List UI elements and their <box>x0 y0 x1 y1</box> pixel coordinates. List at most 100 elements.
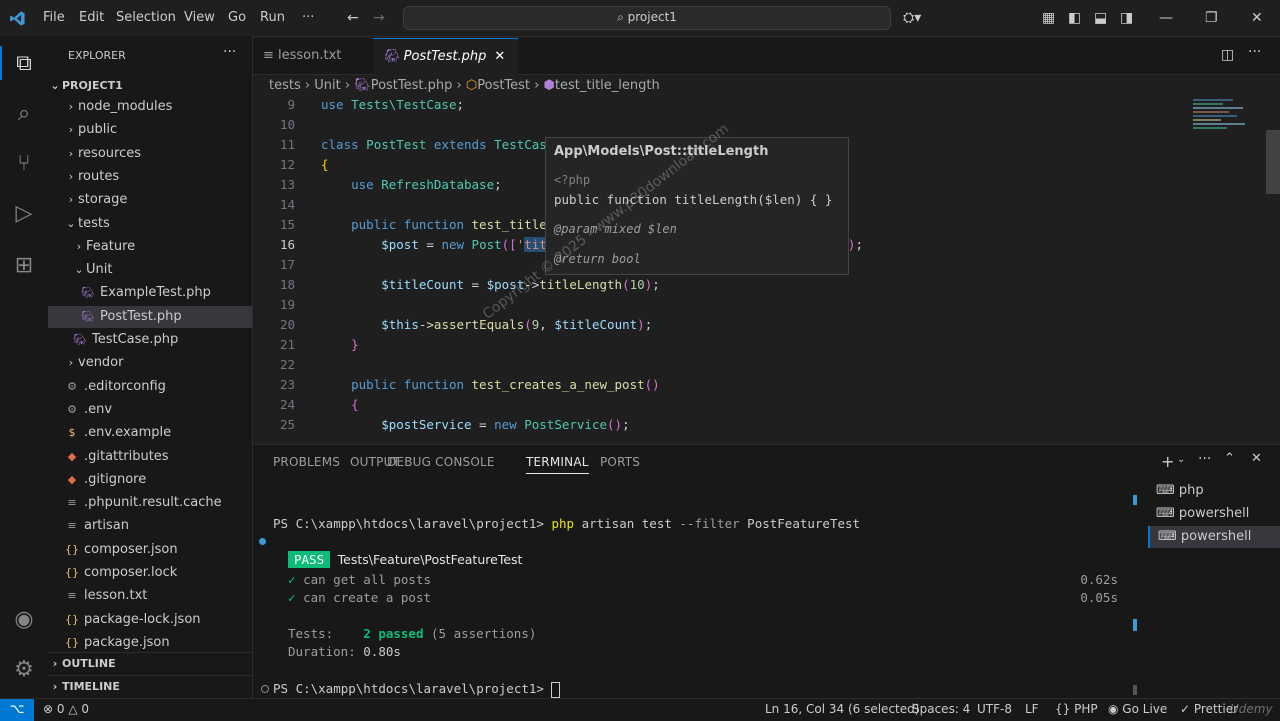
menu-view[interactable]: View <box>184 10 215 25</box>
cursor-position[interactable]: Ln 16, Col 34 (6 selected) <box>765 702 919 716</box>
back-arrow-icon[interactable]: ← <box>347 9 359 27</box>
more-actions-icon[interactable]: ··· <box>223 44 236 60</box>
breadcrumb-file[interactable]: PostTest.php <box>371 78 453 93</box>
tree-item[interactable]: 🐘︎ TestCase.php <box>48 329 252 351</box>
line-number: 13 <box>279 177 295 192</box>
tree-item[interactable]: › public <box>48 119 252 141</box>
terminal-scrollbar[interactable] <box>1133 685 1137 695</box>
explorer-icon[interactable]: ⧉ <box>10 50 38 78</box>
chevron-right-icon: › <box>68 123 74 137</box>
menu-file[interactable]: File <box>43 10 65 25</box>
restore-icon[interactable]: ❐ <box>1205 9 1218 27</box>
chevron-right-icon: › <box>68 146 74 160</box>
go-live-button[interactable]: ◉ Go Live <box>1108 702 1167 716</box>
run-debug-icon[interactable]: ▷ <box>10 200 38 228</box>
terminal-list-item[interactable]: ⌨ php <box>1148 480 1280 502</box>
copilot-icon[interactable]: ⛭▾ <box>903 9 921 27</box>
breadcrumb-class[interactable]: PostTest <box>477 78 530 93</box>
command-decoration-icon <box>261 685 269 693</box>
search-icon[interactable]: ⌕ <box>10 100 38 128</box>
terminal-scroll-mark <box>1133 495 1137 505</box>
indentation[interactable]: Spaces: 4 <box>912 702 970 716</box>
tree-item[interactable]: › resources <box>48 143 252 165</box>
tree-item[interactable]: › vendor <box>48 352 252 374</box>
tab-lesson-txt[interactable]: ≡ lesson.txt <box>253 38 371 74</box>
breadcrumb-unit[interactable]: Unit <box>314 78 340 93</box>
tree-item[interactable]: 🐘︎ PostTest.php <box>48 305 252 328</box>
tree-item[interactable]: $ .env.example <box>48 422 252 444</box>
menu-run[interactable]: Run <box>260 10 285 25</box>
source-control-icon[interactable]: ⑂ <box>10 150 38 178</box>
close-tab-icon[interactable]: ✕ <box>494 49 505 64</box>
tree-item[interactable]: ⌄ tests <box>48 213 252 235</box>
test-suite-name: Tests\Feature\PostFeatureTest <box>337 552 523 567</box>
chevron-right-icon: › <box>68 193 74 207</box>
tree-item[interactable]: ◆ .gitignore <box>48 469 252 491</box>
panel-tab-debug-console[interactable]: DEBUG CONSOLE <box>387 455 495 469</box>
tree-item[interactable]: 🐘︎ ExampleTest.php <box>48 282 252 304</box>
tree-item[interactable]: › routes <box>48 166 252 188</box>
minimap[interactable] <box>1193 97 1255 197</box>
account-icon[interactable]: ◉ <box>10 606 38 634</box>
maximize-panel-icon[interactable]: ⌃ <box>1224 451 1235 466</box>
terminal-list-item[interactable]: ⌨ powershell <box>1148 503 1280 525</box>
tab-posttest-php[interactable]: 🐘︎ PostTest.php ✕ <box>373 38 518 75</box>
tree-item[interactable]: {} package-lock.json <box>48 609 252 631</box>
forward-arrow-icon[interactable]: → <box>373 9 385 27</box>
tree-item[interactable]: {} composer.json <box>48 539 252 561</box>
editor-scrollbar[interactable] <box>1266 130 1280 194</box>
close-panel-icon[interactable]: ✕ <box>1251 451 1262 466</box>
menu-go[interactable]: Go <box>228 10 246 25</box>
toggle-secondary-sidebar-icon[interactable]: ◨ <box>1120 9 1133 27</box>
outline-section[interactable]: › OUTLINE <box>48 652 252 675</box>
tree-item[interactable]: ≡ artisan <box>48 515 252 537</box>
toggle-sidebar-icon[interactable]: ◧ <box>1068 9 1081 27</box>
close-window-icon[interactable]: ✕ <box>1251 9 1263 27</box>
panel-tab-ports[interactable]: PORTS <box>600 455 640 469</box>
manage-gear-icon[interactable]: ⚙ <box>10 656 38 684</box>
tree-item[interactable]: ◆ .gitattributes <box>48 446 252 468</box>
split-editor-icon[interactable]: ◫ <box>1221 47 1234 63</box>
extensions-icon[interactable]: ⊞ <box>10 252 38 280</box>
breadcrumb-tests[interactable]: tests <box>269 78 301 93</box>
panel-more-icon[interactable]: ··· <box>1198 451 1211 467</box>
remote-indicator-icon[interactable]: ⌥ <box>0 699 34 721</box>
tree-item[interactable]: {} package.json <box>48 632 252 654</box>
new-terminal-icon[interactable]: + <box>1161 452 1174 471</box>
tree-item-label: public <box>78 122 118 138</box>
menu-selection[interactable]: Selection <box>116 10 176 25</box>
breadcrumb-method[interactable]: test_title_length <box>555 78 660 93</box>
toggle-panel-icon[interactable]: ⬓ <box>1094 9 1107 27</box>
timeline-section[interactable]: › TIMELINE <box>48 675 252 698</box>
tree-item[interactable]: ⌄ Unit <box>48 259 252 281</box>
encoding[interactable]: UTF-8 <box>977 702 1012 716</box>
tree-item[interactable]: ≡ lesson.txt <box>48 585 252 607</box>
go-live-label: Go Live <box>1122 702 1168 716</box>
line-number: 16 <box>279 237 295 252</box>
terminal-input-line[interactable]: PS C:\xampp\htdocs\laravel\project1> <box>273 681 561 698</box>
tree-item[interactable]: › Feature <box>48 236 252 258</box>
tree-item[interactable]: ⚙ .env <box>48 399 252 421</box>
warning-count: 0 <box>81 702 90 716</box>
tree-item[interactable]: {} composer.lock <box>48 562 252 584</box>
terminal-list-item[interactable]: ⌨ powershell <box>1148 526 1280 548</box>
tree-item[interactable]: › storage <box>48 189 252 211</box>
tree-item[interactable]: ⚙ .editorconfig <box>48 376 252 398</box>
tree-item[interactable]: › node_modules <box>48 96 252 118</box>
end-of-line[interactable]: LF <box>1025 702 1039 716</box>
command-center-search[interactable]: ⌕ project1 <box>403 6 891 30</box>
line-number: 18 <box>279 277 295 292</box>
tree-item[interactable]: ≡ .phpunit.result.cache <box>48 492 252 514</box>
menu-edit[interactable]: Edit <box>79 10 104 25</box>
panel-tab-problems[interactable]: PROBLEMS <box>273 455 340 469</box>
chevron-down-icon[interactable]: ⌄ <box>1177 454 1185 465</box>
customize-layout-icon[interactable]: ▦ <box>1042 9 1055 27</box>
timeline-label: TIMELINE <box>62 680 120 693</box>
editor-more-icon[interactable]: ··· <box>1248 44 1261 60</box>
minimize-icon[interactable]: — <box>1159 9 1173 27</box>
language-mode[interactable]: {} PHP <box>1055 702 1098 716</box>
project-root[interactable]: ⌄ PROJECT1 <box>48 75 252 97</box>
menu-more[interactable]: ··· <box>302 10 314 25</box>
problems-status[interactable]: ⊗ 0 △ 0 <box>43 702 89 716</box>
panel-tab-terminal[interactable]: TERMINAL <box>526 455 589 474</box>
